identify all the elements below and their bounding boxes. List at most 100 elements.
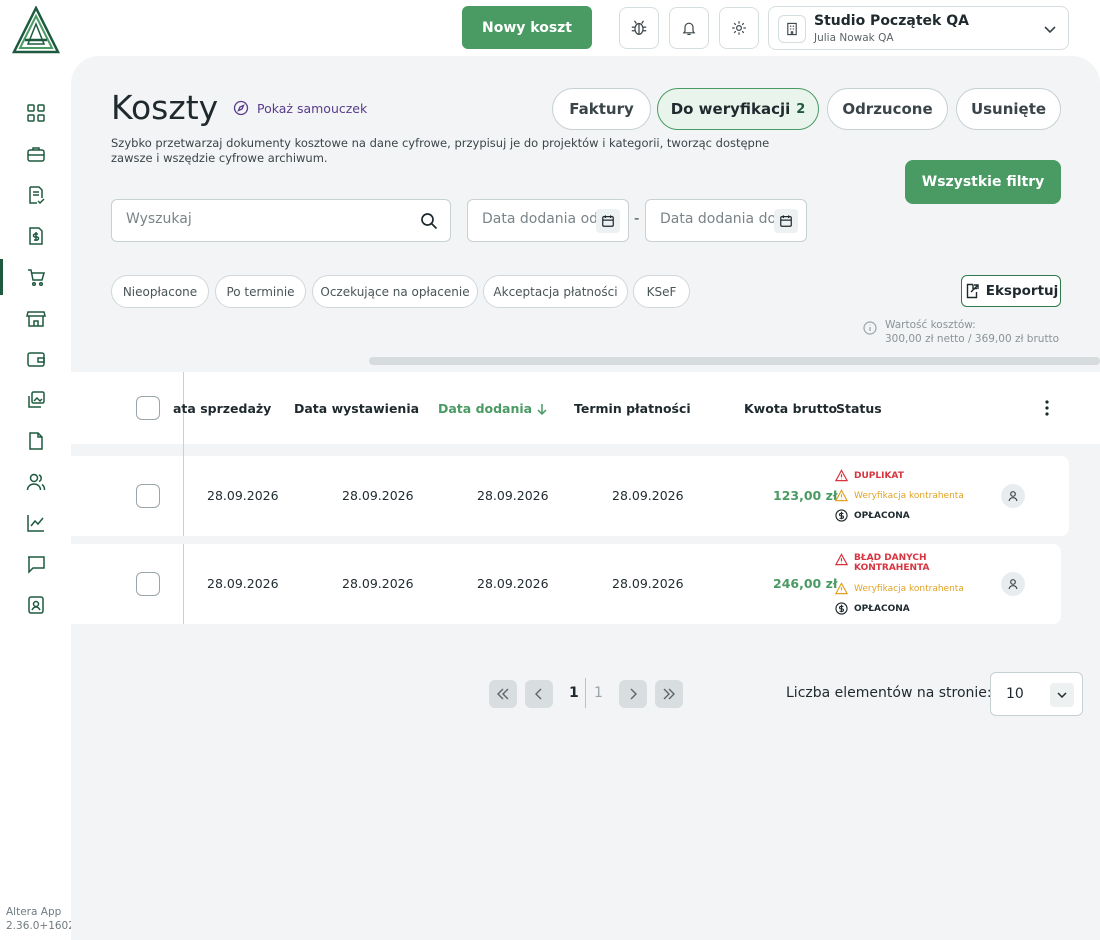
first-page-button[interactable] — [489, 680, 517, 708]
chevron-down-icon — [1044, 26, 1056, 34]
warning-icon — [835, 489, 848, 502]
added-date: 28.09.2026 — [477, 488, 549, 503]
filter-chip-overdue[interactable]: Po terminie — [215, 275, 306, 308]
tab-invoices-label: Faktury — [569, 100, 634, 118]
settings-button[interactable] — [719, 7, 759, 49]
arrow-down-icon — [537, 403, 547, 415]
previous-page-button[interactable] — [525, 680, 553, 708]
sidebar-item-costs[interactable] — [0, 259, 72, 295]
bug-report-button[interactable] — [619, 7, 659, 49]
date-from-field[interactable] — [467, 199, 629, 242]
tab-deleted[interactable]: Usunięte — [956, 88, 1061, 130]
filter-chip-awaiting-payment[interactable]: Oczekujące na opłacenie — [312, 275, 478, 308]
status-text: Weryfikacja kontrahenta — [854, 583, 964, 594]
current-page[interactable]: 1 — [569, 685, 579, 701]
document-icon — [29, 432, 43, 450]
status-contractor-data-error: BŁĄD DANYCH KONTRAHENTA — [835, 553, 945, 573]
items-per-page-select[interactable]: 10 — [990, 672, 1083, 716]
contact-card-icon — [28, 596, 44, 614]
info-icon — [863, 321, 877, 335]
assign-user-button[interactable] — [1001, 572, 1025, 596]
tab-to-verify-label: Do weryfikacji — [670, 100, 791, 118]
company-switcher[interactable]: Studio Początek QA Julia Nowak QA — [768, 6, 1069, 50]
row-checkbox[interactable] — [136, 572, 160, 596]
date-to-field[interactable] — [645, 199, 807, 242]
filter-chip-payment-approval[interactable]: Akceptacja płatności — [483, 275, 628, 308]
cost-value: 300,00 zł netto / 369,00 zł brutto — [885, 333, 1060, 345]
gross-amount: 123,00 zł — [773, 488, 838, 503]
status-paid: OPŁACONA — [835, 509, 910, 522]
app-version: Altera App 2.36.0+1602 — [6, 905, 75, 933]
more-vertical-icon[interactable] — [1037, 398, 1057, 418]
due-date: 28.09.2026 — [612, 488, 684, 503]
assign-user-button[interactable] — [1001, 484, 1025, 508]
sidebar-item-projects[interactable] — [0, 136, 72, 172]
status-text: BŁĄD DANYCH KONTRAHENTA — [854, 553, 930, 573]
items-per-page-value: 10 — [1006, 686, 1024, 702]
select-all-checkbox[interactable] — [136, 396, 160, 420]
tab-invoices[interactable]: Faktury — [552, 88, 651, 130]
search-field[interactable] — [111, 199, 451, 242]
chevron-right-icon — [630, 688, 637, 700]
date-to-input[interactable] — [660, 211, 775, 227]
next-page-button[interactable] — [619, 680, 647, 708]
table-row[interactable]: 28.09.2026 28.09.2026 28.09.2026 28.09.2… — [71, 544, 1061, 624]
calendar-icon[interactable] — [596, 209, 620, 233]
show-tutorial-link[interactable]: Pokaż samouczek — [233, 100, 367, 116]
status-paid: OPŁACONA — [835, 602, 910, 615]
dollar-circle-icon — [835, 602, 848, 615]
dollar-circle-icon — [835, 509, 848, 522]
table-row[interactable]: 28.09.2026 28.09.2026 28.09.2026 28.09.2… — [71, 444, 1069, 536]
filter-chip-unpaid[interactable]: Nieopłacone — [111, 275, 209, 308]
search-icon[interactable] — [420, 212, 438, 230]
altera-logo[interactable] — [10, 6, 62, 54]
sidebar-item-dashboard[interactable] — [0, 95, 72, 131]
chat-icon — [28, 556, 45, 574]
sidebar-item-wallet[interactable] — [0, 341, 72, 377]
column-added-date[interactable]: Data dodania — [438, 401, 548, 416]
sidebar-item-reports[interactable] — [0, 505, 72, 541]
sidebar-item-documents[interactable] — [0, 423, 72, 459]
export-label: Eksportuj — [985, 283, 1059, 299]
sidebar-item-invoices[interactable] — [0, 177, 72, 213]
column-status[interactable]: Status — [836, 401, 882, 416]
sidebar: Altera App 2.36.0+1602 — [0, 0, 75, 940]
date-range-separator: - — [634, 209, 640, 227]
column-gross-amount[interactable]: Kwota brutto — [744, 401, 837, 416]
double-chevron-left-icon — [497, 688, 509, 700]
new-cost-button[interactable]: Nowy koszt — [462, 6, 592, 49]
tab-to-verify[interactable]: Do weryfikacji 2 — [657, 88, 819, 130]
calendar-icon[interactable] — [774, 209, 798, 233]
column-due-date[interactable]: Termin płatności — [574, 401, 691, 416]
export-button[interactable]: Eksportuj — [961, 275, 1061, 307]
search-input[interactable] — [126, 211, 406, 227]
cost-summary: Wartość kosztów: 300,00 zł netto / 369,0… — [863, 318, 1059, 346]
chart-icon — [27, 515, 44, 532]
status-text: DUPLIKAT — [854, 470, 904, 481]
status-text: Weryfikacja kontrahenta — [854, 490, 964, 501]
bell-icon — [682, 22, 696, 35]
tab-to-verify-count: 2 — [796, 101, 806, 117]
sidebar-item-gallery[interactable] — [0, 382, 72, 418]
sidebar-item-payments[interactable] — [0, 218, 72, 254]
app-name: Altera App — [6, 906, 62, 918]
last-page-button[interactable] — [655, 680, 683, 708]
column-sale-date[interactable]: ata sprzedaży — [173, 401, 271, 416]
sidebar-item-profile[interactable] — [0, 587, 72, 623]
tab-rejected[interactable]: Odrzucone — [827, 88, 948, 130]
wallet-icon — [27, 352, 45, 367]
sidebar-item-store[interactable] — [0, 300, 72, 336]
column-issue-date[interactable]: Data wystawienia — [294, 401, 419, 416]
due-date: 28.09.2026 — [612, 576, 684, 591]
bug-icon — [631, 20, 647, 35]
date-from-input[interactable] — [482, 211, 597, 227]
chevron-left-icon — [535, 688, 542, 700]
invoice-check-icon — [29, 186, 45, 205]
horizontal-scrollbar[interactable] — [369, 357, 1100, 365]
sidebar-item-contacts[interactable] — [0, 464, 72, 500]
row-checkbox[interactable] — [136, 484, 160, 508]
all-filters-button[interactable]: Wszystkie filtry — [905, 160, 1061, 204]
sidebar-item-messages[interactable] — [0, 546, 72, 582]
filter-chip-ksef[interactable]: KSeF — [633, 275, 690, 308]
notifications-button[interactable] — [669, 7, 709, 49]
